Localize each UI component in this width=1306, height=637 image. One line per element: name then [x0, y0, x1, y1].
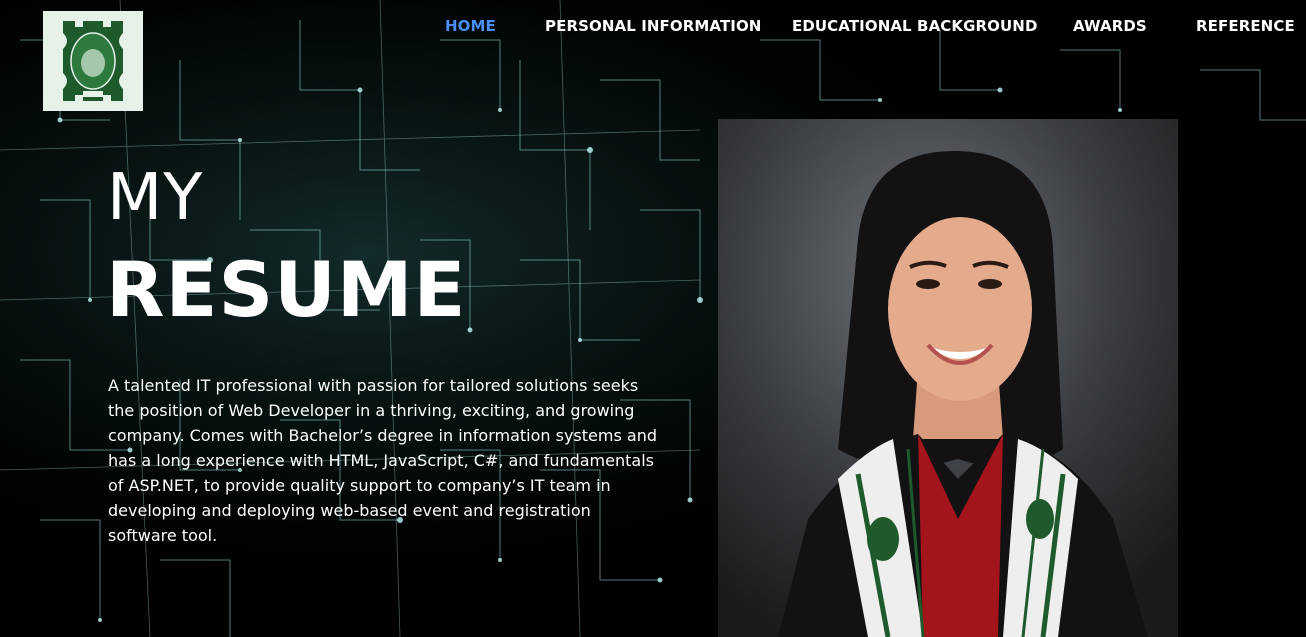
hero-title-line1: MY: [107, 161, 204, 235]
nav-home[interactable]: HOME: [445, 17, 496, 35]
hero-description: A talented IT professional with passion …: [108, 376, 657, 545]
nav-educational-background[interactable]: EDUCATIONAL BACKGROUND: [792, 17, 1038, 35]
nav-awards[interactable]: AWARDS: [1073, 17, 1147, 35]
resume-page: HOME PERSONAL INFORMATION EDUCATIONAL BA…: [0, 0, 1306, 637]
nav-personal-information[interactable]: PERSONAL INFORMATION: [545, 17, 761, 35]
hero-title-line2: RESUME: [106, 245, 467, 334]
main-nav: HOME PERSONAL INFORMATION EDUCATIONAL BA…: [0, 17, 1306, 37]
portrait-image: [718, 119, 1178, 637]
profile-photo: [718, 119, 1178, 637]
nav-reference[interactable]: REFERENCE: [1196, 17, 1295, 35]
